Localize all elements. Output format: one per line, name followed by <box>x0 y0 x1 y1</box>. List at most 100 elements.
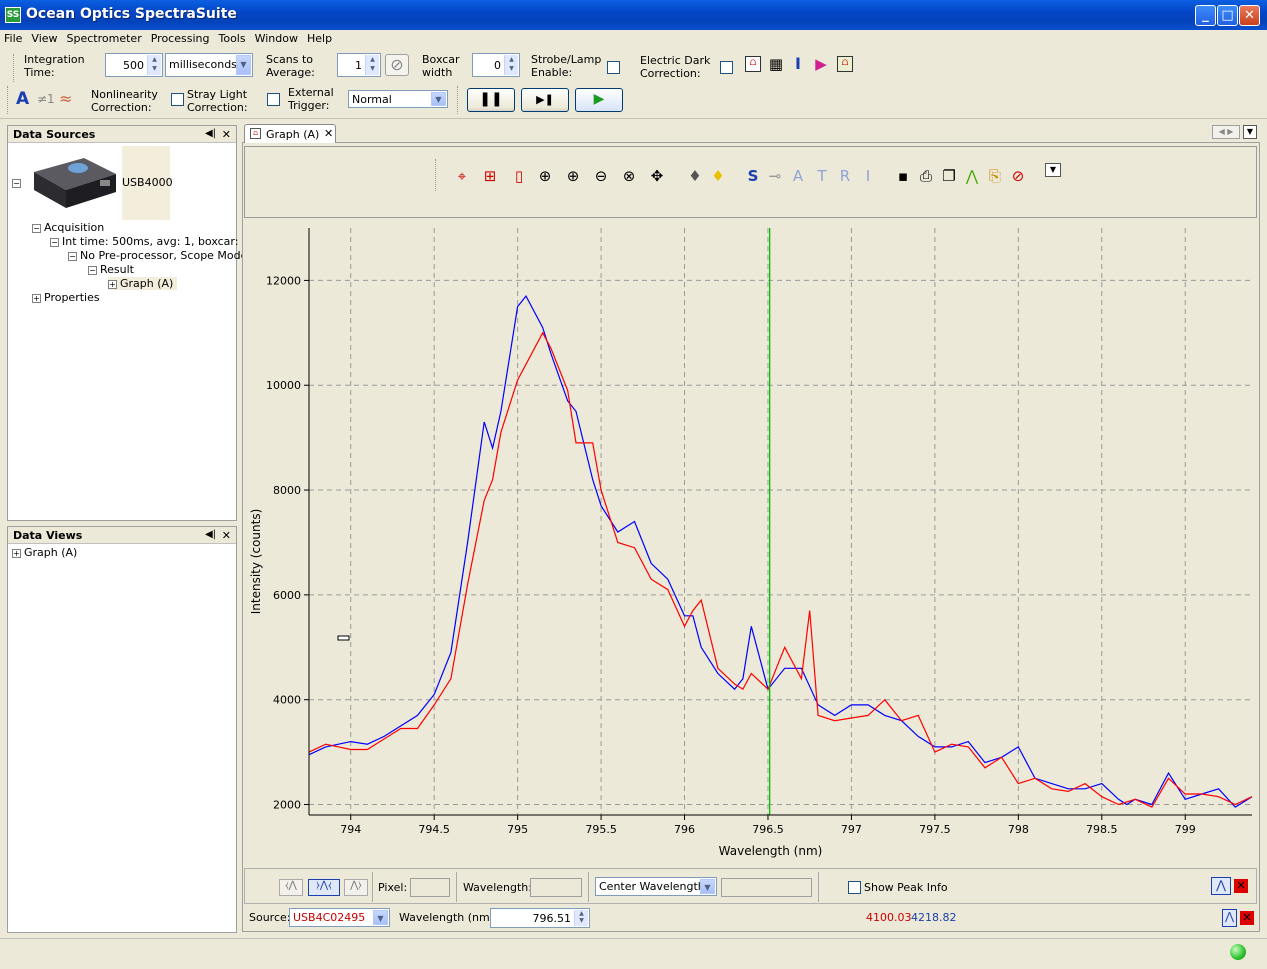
color-icon[interactable]: ▶ <box>812 55 830 73</box>
spinner-arrows-icon[interactable]: ▲ ▼ <box>574 910 588 926</box>
close-icon[interactable]: ✕ <box>222 128 231 141</box>
menu-file[interactable]: File <box>0 30 27 45</box>
tree-item-acquisition[interactable]: − Acquisition <box>32 221 104 234</box>
step-button[interactable]: ▶❚ <box>521 88 569 112</box>
play-button[interactable]: ▶ <box>575 88 623 112</box>
tree-expander[interactable]: − <box>12 176 24 189</box>
chevron-down-icon[interactable]: ▼ <box>236 55 251 75</box>
menu-tools[interactable]: Tools <box>214 30 250 45</box>
zoom-reset-icon[interactable]: ⊗ <box>619 167 639 185</box>
menu-spectrometer[interactable]: Spectrometer <box>63 30 147 45</box>
crosshair-icon[interactable]: ⌖ <box>452 167 472 185</box>
chart-area[interactable]: 794 794.5 795 795.5 796 796.5 797 797.5 798 798.5… <box>244 220 1257 865</box>
close-button[interactable]: ✕ <box>1239 5 1260 26</box>
fit-vertical-icon[interactable]: ▯ <box>509 167 529 185</box>
tab-list-icon[interactable]: ▼ <box>1243 125 1257 139</box>
close-peak-icon[interactable]: ✕ <box>1234 879 1248 893</box>
tree-item-result[interactable]: − Result <box>88 263 134 276</box>
show-peak-checkbox[interactable] <box>848 881 861 894</box>
stray-light-checkbox[interactable] <box>267 93 280 106</box>
table-icon[interactable]: ▦ <box>768 55 784 73</box>
menu-help[interactable]: Help <box>303 30 337 45</box>
close-icon[interactable]: ✕ <box>222 529 231 542</box>
glyph-a[interactable]: A <box>16 89 29 109</box>
pixel-field[interactable] <box>410 878 450 897</box>
maximize-button[interactable]: □ <box>1217 5 1238 26</box>
tree-item-graph[interactable]: + Graph (A) <box>108 277 178 290</box>
prev-peak-button[interactable]: ⧼⋀ <box>279 879 303 896</box>
letter-a-icon[interactable]: A <box>788 167 808 185</box>
electric-dark-checkbox[interactable] <box>720 61 733 74</box>
close-cursor-icon[interactable]: ✕ <box>1240 911 1254 925</box>
integration-time-spinner[interactable]: 500 ▲ ▼ <box>105 53 163 77</box>
menu-window[interactable]: Window <box>251 30 303 45</box>
peak-icon[interactable]: ⋀ <box>962 167 982 185</box>
zoom-in-icon[interactable]: ⊕ <box>563 167 583 185</box>
device-label[interactable]: USB4000 <box>122 176 173 189</box>
scans-to-average-spinner[interactable]: 1 ▲ ▼ <box>337 53 381 77</box>
pin-icon[interactable]: ◀| <box>205 128 216 139</box>
copy-icon[interactable]: ❐ <box>939 167 959 185</box>
menu-processing[interactable]: Processing <box>147 30 215 45</box>
toolbar-grip[interactable] <box>13 54 14 82</box>
text-icon[interactable]: I <box>790 54 806 73</box>
toolbar-grip[interactable] <box>7 86 8 114</box>
letter-s-icon[interactable]: S <box>743 167 763 185</box>
close-icon[interactable]: ✕ <box>324 127 333 140</box>
minimize-button[interactable]: _ <box>1195 5 1216 26</box>
cursor-wavelength-spinner[interactable]: 796.51 ▲ ▼ <box>490 908 590 928</box>
boxcar-width-spinner[interactable]: 0 ▲ ▼ <box>472 53 520 77</box>
pin-tool-icon[interactable]: ⊸ <box>765 167 785 185</box>
tree-item-preprocessor[interactable]: − No Pre-processor, Scope Mode <box>68 249 247 262</box>
pan-icon[interactable]: ✥ <box>647 167 667 185</box>
tree-item-int-time[interactable]: − Int time: 500ms, avg: 1, boxcar: 0 <box>50 235 249 248</box>
export-icon[interactable]: ⎘ <box>985 167 1005 185</box>
spinner-arrows-icon[interactable]: ▲ ▼ <box>504 55 518 75</box>
more-tools-icon[interactable]: ▼ <box>1045 163 1061 177</box>
spectrum-chart[interactable]: 794 794.5 795 795.5 796 796.5 797 797.5 798 798.5… <box>244 220 1257 865</box>
spinner-arrows-icon[interactable]: ▲ ▼ <box>365 55 379 75</box>
strobe-lamp-checkbox[interactable] <box>607 61 620 74</box>
peak-mode-select[interactable]: Center Wavelength ▼ <box>595 877 717 896</box>
tree-item-graph-view[interactable]: + Graph (A) <box>12 546 77 559</box>
zoom-out-icon[interactable]: ⊖ <box>591 167 611 185</box>
spinner-arrows-icon[interactable]: ▲ ▼ <box>147 55 161 75</box>
peak-tool-icon[interactable]: ⋀ <box>1211 877 1231 895</box>
peak-wavelength-field[interactable] <box>530 878 582 897</box>
tilde-icon[interactable]: ≈ <box>59 89 72 108</box>
chevron-down-icon[interactable]: ▼ <box>373 910 388 925</box>
integration-unit-select[interactable]: milliseconds ▼ <box>165 53 253 77</box>
pin-icon[interactable]: ◀| <box>205 529 216 540</box>
usb4000-device-icon[interactable] <box>28 150 120 212</box>
letter-r-icon[interactable]: R <box>835 167 855 185</box>
next-peak-button[interactable]: ⋀⧽ <box>344 879 368 896</box>
trigger-mode-select[interactable]: Normal ▼ <box>348 90 448 108</box>
bulb-on-icon[interactable]: ♦ <box>708 167 728 185</box>
glyph-ne1[interactable]: ≠1 <box>37 92 55 106</box>
source-select[interactable]: USB4C02495 ▼ <box>289 908 390 927</box>
letter-i-icon[interactable]: I <box>858 167 878 185</box>
menu-view[interactable]: View <box>27 30 62 45</box>
letter-t-icon[interactable]: T <box>812 167 832 185</box>
nonlinearity-checkbox[interactable] <box>171 93 184 106</box>
title-bar[interactable]: SS Ocean Optics SpectraSuite _ □ ✕ <box>0 0 1267 30</box>
print-icon[interactable]: ⎙ <box>916 167 936 185</box>
cursor-tool-icon[interactable]: ⋀ <box>1222 909 1237 927</box>
toolbar-grip[interactable] <box>435 159 436 191</box>
reference-spectrum-icon[interactable]: ⩍ <box>745 56 761 72</box>
tab-graph-a[interactable]: ⩍ Graph (A) ✕ <box>244 124 336 143</box>
bulb-off-icon[interactable]: ♦ <box>685 167 705 185</box>
overlay-spectrum-icon[interactable]: ⩍ <box>837 56 853 72</box>
clear-overlay-icon[interactable]: ⊘ <box>1008 167 1028 185</box>
chevron-down-icon[interactable]: ▼ <box>431 92 446 106</box>
zoom-region-icon[interactable]: ⊕ <box>535 167 555 185</box>
tree-item-properties[interactable]: + Properties <box>32 291 100 304</box>
fit-all-icon[interactable]: ⊞ <box>480 167 500 185</box>
pause-button[interactable]: ❚❚ <box>467 88 515 112</box>
save-icon[interactable]: ▪ <box>893 167 913 185</box>
peak-value-field[interactable] <box>721 878 812 897</box>
chevron-down-icon[interactable]: ▼ <box>700 879 715 894</box>
tab-scroll-icon[interactable]: ◀ ▶ <box>1212 125 1240 139</box>
center-peak-button[interactable]: ⧽⋀⧼ <box>308 879 340 896</box>
cancel-icon[interactable]: ⊘ <box>385 54 409 76</box>
